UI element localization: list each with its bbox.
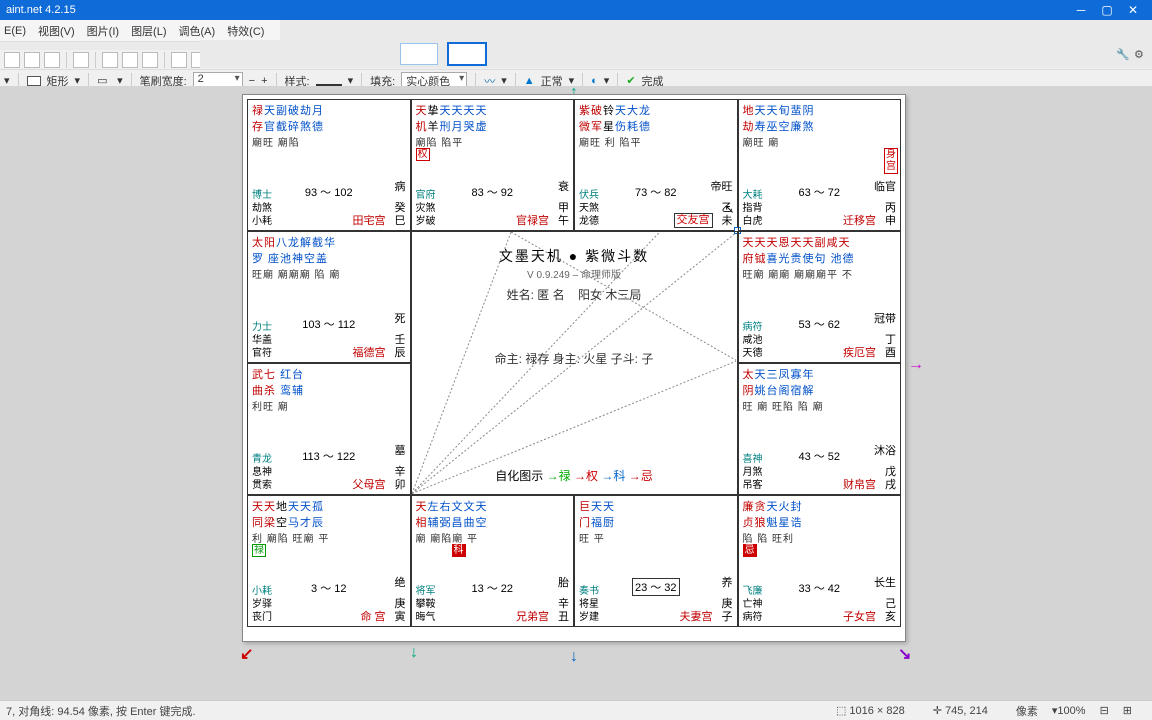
ziwei-chart: 禄天副破劫月 存官截碎煞德 廟旺 廟陷 博士劫煞小耗 93 ～ 102 病癸巳 … [247,99,901,637]
palace-chen: 太阳八龙解截华 罗 座池神空盖 旺廟 廟廟廟 陷 廟 力士华盖官符 103 ～ … [247,231,411,363]
palace-hai: 廉贪天火封 贞狼魁星诰 陷 陷 旺利 忌 飞廉亡神病符 33 ～ 42 长生己亥… [738,495,902,627]
new-icon[interactable] [4,52,20,68]
palace-chou: 天左右文文天 相辅弼昌曲空 廟 廟陷廟 平 科 将军攀鞍晦气 13 ～ 22 胎… [411,495,575,627]
chart-masters: 命主: 禄存 身主: 火星 子斗: 子 [412,350,737,367]
menu-edit[interactable]: E(E) [4,25,26,37]
menu-effects[interactable]: 特效(C) [227,23,264,39]
palace-zi: 巨天天 门福厨 旺 平 奏书将星岁建 23 ～ 32 养庚子 夫妻宫 [574,495,738,627]
zoom-in-icon[interactable]: ⊞ [1123,704,1132,717]
open-icon[interactable] [24,52,40,68]
canvas-viewport[interactable]: ↑ → ↙ ↓ ↘ ↓ ↗ 禄天副破劫月 存官截碎煞德 廟旺 廟陷 博士劫煞小耗… [0,86,1152,700]
print-icon[interactable] [73,52,89,68]
title-bar: aint.net 4.2.15 ─ ▢ ✕ [0,0,1152,20]
legend: 自化图示 →禄 →权 →科 →忌 [412,467,737,484]
brush-plus[interactable]: + [261,75,267,87]
brush-minus[interactable]: − [249,75,255,87]
thumb-1[interactable] [400,43,438,65]
palace-mao: 武七 红台 曲杀 鸾辅 利旺 廟 青龙息神贯索 113 ～ 122 墓辛卯 父母… [247,363,411,495]
paste-icon[interactable] [142,52,158,68]
arrow-right: → [908,356,924,374]
palace-yin: 天天地天天孤 同梁空马才辰 利 廟陷 旺廟 平 禄 小耗岁驿丧门 3 ～ 12 … [247,495,411,627]
arrow-bl: ↙ [240,644,253,664]
cursor-icon: ↖ [724,202,734,216]
status-zoom[interactable]: 100% [1057,705,1085,717]
arrow-bottom: ↓ [570,648,578,666]
save-icon[interactable] [44,52,60,68]
arrow-br: ↘ [898,644,911,664]
menu-image[interactable]: 图片(I) [87,23,119,39]
menu-view[interactable]: 视图(V) [38,23,75,39]
shape-rect-icon[interactable] [27,76,41,86]
menu-layer[interactable]: 图层(L) [131,23,166,39]
center-panel: 文墨天机 ● 紫微斗数 V 0.9.249 – 命理师版 姓名: 匿 名 阳女 … [411,231,738,495]
status-unit[interactable]: 像素 [1016,703,1038,719]
palace-wu: 天挚天天天天 机羊刑月哭虚 廟陷 陷平 权 官府灾煞岁破 83 ～ 92 衰甲午… [411,99,575,231]
palace-si: 禄天副破劫月 存官截碎煞德 廟旺 廟陷 博士劫煞小耗 93 ～ 102 病癸巳 … [247,99,411,231]
chart-info: 姓名: 匿 名 阳女 木三局 [412,286,737,303]
palace-xu: 太天三凤寡年 阴姚台阁宿解 旺 廟 旺陷 陷 廟 喜神月煞吊客 43 ～ 52 … [738,363,902,495]
image-canvas[interactable]: 禄天副破劫月 存官截碎煞德 廟旺 廟陷 博士劫煞小耗 93 ～ 102 病癸巳 … [242,94,906,642]
thumb-2[interactable] [448,43,486,65]
wrench-icon[interactable]: 🔧 [1116,48,1130,62]
copy-icon[interactable] [122,52,138,68]
status-bar: 7, 对角线: 94.54 像素, 按 Enter 键完成. ⬚ 1016 × … [0,700,1152,720]
zoom-out-icon[interactable]: ⊟ [1100,704,1109,717]
chart-title: 文墨天机 ● 紫微斗数 [412,246,737,266]
opacity-icon[interactable]: ◐ [591,75,598,87]
palace-wei: 紫破铃天大龙 微军星伤耗德 廟旺 利 陷平 伏兵天煞龙德 73 ～ 82 帝旺乙… [574,99,738,231]
min-button[interactable]: ─ [1068,3,1094,17]
normal-icon[interactable]: ▲ [524,75,535,87]
close-button[interactable]: ✕ [1120,3,1146,17]
gear-icon[interactable]: ⚙ [1134,48,1148,62]
image-thumb-strip [200,40,1152,68]
shen-badge: 身宫 [884,148,898,174]
menu-bar: E(E) 视图(V) 图片(I) 图层(L) 调色(A) 特效(C) [0,20,280,42]
status-pos: ✛ 745, 214 [933,704,1002,717]
status-hint: 7, 对角线: 94.54 像素, 按 Enter 键完成. [6,703,196,719]
undo-icon[interactable] [171,52,187,68]
palace-shen: 地天天旬蜚阴 劫寿巫空廉煞 廟旺 廟 身宫 大耗指背白虎 63 ～ 72 临官丙… [738,99,902,231]
chart-version: V 0.9.249 – 命理师版 [412,266,737,281]
max-button[interactable]: ▢ [1094,3,1120,17]
status-dims: ⬚ 1016 × 828 [836,704,919,717]
menu-color[interactable]: 调色(A) [179,23,216,39]
app-title: aint.net 4.2.15 [6,4,76,16]
palace-you: 天天天恩天天副咸天 府钺喜光贵使句 池德 旺廟 廟廟 廟廟廟平 不 病符咸池天德… [738,231,902,363]
arrow-b2: ↓ [410,644,418,662]
cut-icon[interactable] [102,52,118,68]
